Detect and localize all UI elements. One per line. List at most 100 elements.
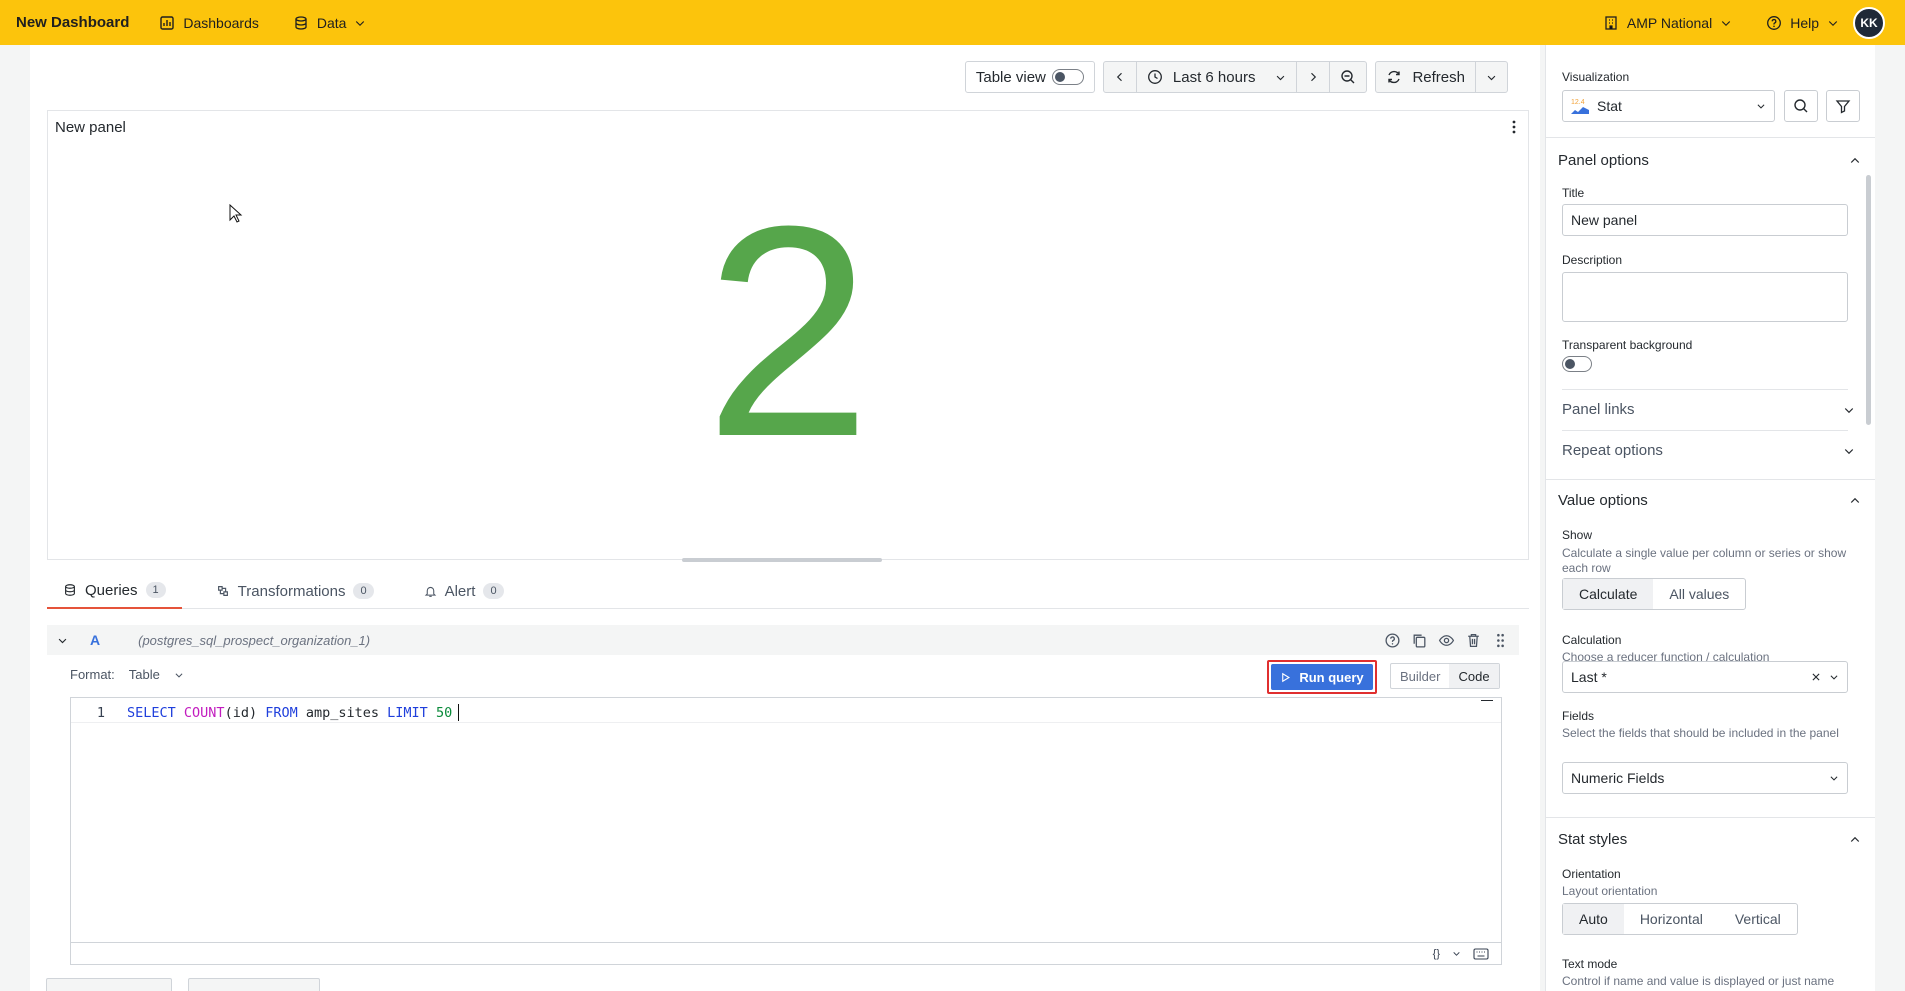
sql-args: (id) [224, 704, 258, 721]
format-label: Format: [70, 667, 115, 682]
run-query-button[interactable]: Run query [1271, 664, 1373, 690]
chevron-down-icon [1722, 20, 1731, 26]
time-range-button[interactable]: Last 6 hours [1137, 62, 1298, 92]
description-field-label: Description [1562, 253, 1623, 267]
database-icon [295, 15, 307, 30]
add-query-button[interactable] [46, 978, 172, 991]
collapse-chevron-icon[interactable] [57, 635, 68, 646]
stat-value: 2 [704, 163, 872, 499]
dashboard-icon [160, 15, 175, 30]
help-menu[interactable]: Help [1766, 15, 1839, 31]
avatar[interactable]: KK [1853, 6, 1885, 39]
chevron-down-icon [1828, 20, 1838, 26]
repeat-options-header[interactable]: Repeat options [1562, 442, 1663, 459]
table-view-toggle[interactable]: Table view [964, 61, 1095, 93]
format-code-button[interactable]: {} [1433, 948, 1440, 960]
panel-links-header[interactable]: Panel links [1562, 401, 1635, 418]
title-input[interactable]: New panel [1562, 204, 1848, 236]
tab-transformations[interactable]: Transformations 0 [200, 573, 390, 609]
trash-icon[interactable] [1465, 632, 1482, 649]
chevron-down-icon [1487, 75, 1496, 80]
chevron-up-icon[interactable] [1849, 495, 1861, 507]
eye-icon[interactable] [1438, 632, 1455, 649]
chevron-down-icon[interactable] [1843, 404, 1855, 416]
code-mode-button[interactable]: Code [1449, 664, 1499, 688]
orientation-auto-option[interactable]: Auto [1563, 904, 1624, 934]
visualization-label: Visualization [1562, 70, 1630, 84]
format-select[interactable]: Table [129, 667, 184, 682]
table-view-switch[interactable] [1051, 69, 1084, 85]
tab-alert[interactable]: Alert 0 [408, 573, 520, 609]
help-label: Help [1790, 14, 1819, 31]
stat-viz-icon: 12.4 [1571, 99, 1589, 114]
query-row-header[interactable]: A (postgres_sql_prospect_organization_1) [47, 625, 1519, 655]
chevron-up-icon[interactable] [1849, 834, 1861, 846]
editor-line[interactable]: 1 SELECT COUNT (id) FROM amp_sites LIMIT … [71, 703, 1501, 723]
orientation-vertical-option[interactable]: Vertical [1719, 904, 1797, 934]
options-sidebar: Visualization 12.4 Stat Panel options Ti… [1545, 45, 1875, 991]
chevron-down-icon [356, 20, 365, 26]
orientation-horizontal-option[interactable]: Horizontal [1624, 904, 1719, 934]
time-forward-button[interactable] [1297, 62, 1331, 92]
chevron-down-icon [1277, 75, 1285, 80]
chevron-down-icon[interactable] [1843, 445, 1855, 457]
panel-editor-main: Table view Last 6 hours Refresh New pane… [30, 45, 1555, 991]
builder-mode-button[interactable]: Builder [1391, 664, 1449, 688]
clock-icon [1147, 70, 1162, 84]
tab-queries[interactable]: Queries 1 [47, 573, 182, 609]
text-mode-description: Control if name and value is displayed o… [1562, 974, 1835, 988]
text-cursor [458, 704, 460, 721]
dashboard-title[interactable]: New Dashboard [16, 14, 129, 31]
keyboard-icon[interactable] [1473, 947, 1489, 960]
top-navbar: New Dashboard Dashboards Data AMP Nation… [0, 0, 1905, 45]
value-options-header[interactable]: Value options [1558, 492, 1648, 509]
show-segmented-control: Calculate All values [1562, 578, 1747, 610]
divider [1562, 389, 1848, 390]
expression-button[interactable] [188, 978, 320, 991]
duplicate-icon[interactable] [1411, 632, 1428, 649]
clear-icon[interactable] [1811, 672, 1821, 682]
filter-options-button[interactable] [1826, 90, 1860, 122]
help-icon[interactable] [1384, 632, 1401, 649]
calculation-value: Last * [1571, 669, 1607, 685]
description-textarea[interactable] [1562, 272, 1848, 322]
orientation-segmented-control: Auto Horizontal Vertical [1562, 903, 1798, 935]
zoom-out-button[interactable] [1330, 62, 1366, 92]
transparent-bg-switch[interactable] [1562, 356, 1592, 372]
show-calculate-option[interactable]: Calculate [1563, 579, 1654, 609]
sidebar-scrollbar[interactable] [1866, 175, 1871, 425]
show-all-values-option[interactable]: All values [1653, 579, 1745, 609]
refresh-interval-button[interactable] [1476, 62, 1507, 92]
time-back-button[interactable] [1104, 62, 1137, 92]
refresh-picker: Refresh [1375, 61, 1508, 93]
panel-resize-handle[interactable] [682, 558, 882, 562]
fields-select[interactable]: Numeric Fields [1562, 762, 1848, 794]
nav-dashboards[interactable]: Dashboards [159, 15, 259, 31]
chevron-down-icon [175, 672, 183, 678]
panel-menu-button[interactable] [1505, 117, 1523, 137]
chevron-down-icon[interactable] [1452, 949, 1461, 958]
stat-styles-header[interactable]: Stat styles [1558, 831, 1627, 848]
calculation-select[interactable]: Last * [1562, 661, 1848, 693]
nav-data[interactable]: Data [293, 15, 367, 31]
tab-queries-label: Queries [85, 581, 138, 599]
chevron-down-icon [1830, 776, 1838, 781]
drag-handle-icon[interactable] [1492, 632, 1509, 649]
query-ref-id[interactable]: A [90, 632, 100, 648]
table-view-control: Table view [966, 62, 1094, 92]
run-query-highlight: Run query [1267, 660, 1377, 694]
visualization-picker[interactable]: 12.4 Stat [1562, 90, 1775, 122]
sql-code-editor[interactable]: 1 SELECT COUNT (id) FROM amp_sites LIMIT … [70, 697, 1502, 965]
refresh-button[interactable]: Refresh [1376, 62, 1476, 92]
chevron-up-icon[interactable] [1849, 155, 1861, 167]
search-options-button[interactable] [1784, 90, 1818, 122]
filter-icon [1835, 100, 1851, 114]
calculation-label: Calculation [1562, 633, 1622, 647]
query-actions [1384, 625, 1509, 655]
tab-alert-label: Alert [444, 582, 476, 600]
stat-panel[interactable]: New panel 2 [47, 110, 1529, 560]
panel-options-header[interactable]: Panel options [1558, 152, 1649, 169]
tab-transformations-label: Transformations [237, 582, 346, 600]
editor-footer: {} [71, 942, 1501, 964]
org-switcher[interactable]: AMP National [1603, 15, 1732, 31]
